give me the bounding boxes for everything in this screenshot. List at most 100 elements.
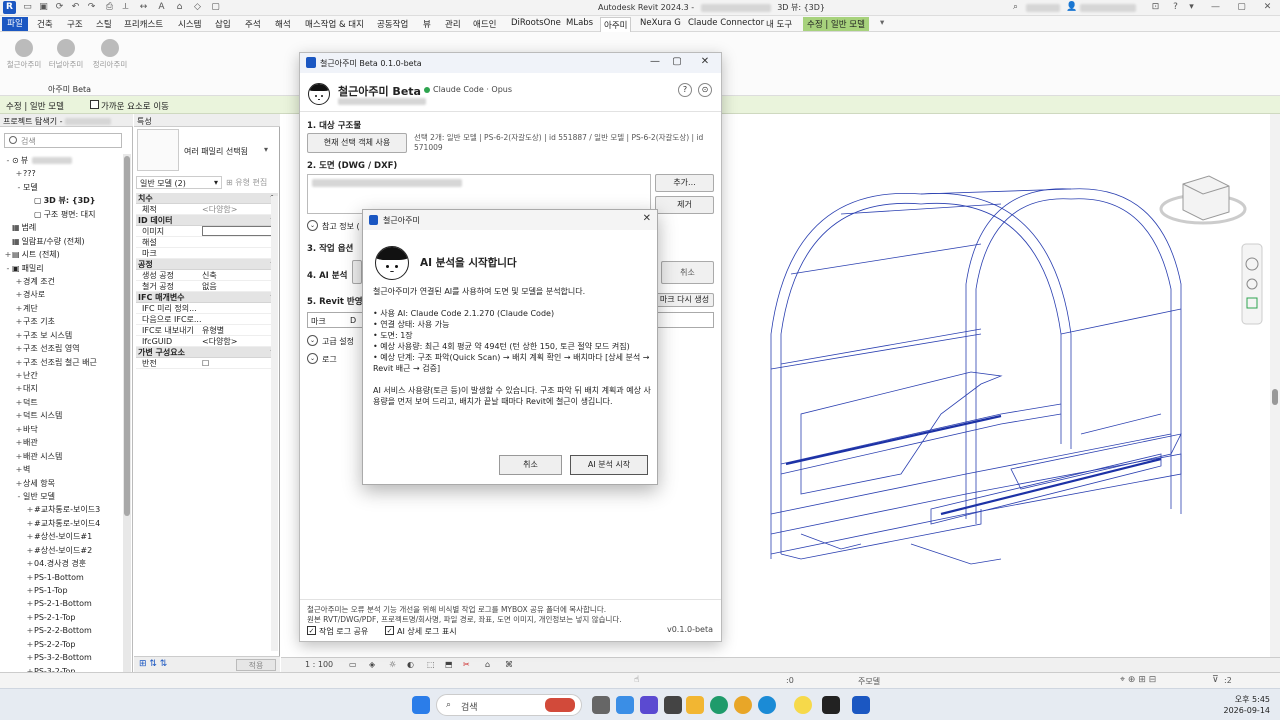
browser-tree-item[interactable]: ▦ 범례: [0, 221, 122, 234]
click-select-icon[interactable]: ☝: [634, 675, 639, 685]
tab-my-tools[interactable]: 내 도구: [766, 18, 792, 30]
shadows-icon[interactable]: ◐: [407, 660, 414, 669]
visual-style-icon[interactable]: ◈: [369, 660, 375, 669]
browser-tree-item[interactable]: - 모델: [0, 181, 122, 194]
info-button[interactable]: ⊙: [698, 83, 712, 97]
tab-precast[interactable]: 프리캐스트: [124, 18, 163, 30]
chevron-down-icon[interactable]: ⌄: [307, 353, 318, 364]
snap-nearby-checkbox[interactable]: [90, 100, 99, 109]
collapse-icon[interactable]: -: [15, 490, 23, 503]
cart-icon[interactable]: ⊡: [1150, 2, 1161, 13]
advanced-settings-toggle[interactable]: 고급 설정: [322, 336, 354, 347]
close-hidden-icon[interactable]: ▢: [210, 2, 221, 13]
select-links-icon[interactable]: ⌖ ⊕ ⊞ ⊟: [1120, 675, 1156, 685]
expand-icon[interactable]: +: [15, 167, 23, 180]
expand-icon[interactable]: +: [26, 544, 34, 557]
open-icon[interactable]: ▭: [22, 2, 33, 13]
property-value[interactable]: 신축: [202, 270, 278, 280]
remove-drawing-button[interactable]: 제거: [655, 196, 714, 214]
file-explorer-icon[interactable]: [686, 696, 704, 714]
tab-nexura-g[interactable]: NeXura G: [640, 18, 681, 28]
browser-tree-item[interactable]: +구조 보 시스템: [0, 329, 122, 342]
tab-addins[interactable]: 애드인: [473, 18, 496, 30]
search-icon[interactable]: ⌕: [1010, 2, 1021, 13]
minimize-icon[interactable]: —: [1210, 2, 1221, 13]
property-value[interactable]: 유형별: [202, 325, 278, 335]
edge-icon[interactable]: [710, 696, 728, 714]
drawing-list[interactable]: [307, 174, 651, 214]
tab-modify-generic-model[interactable]: 수정 | 일반 모델: [803, 17, 869, 31]
browser-tree-item[interactable]: +계단: [0, 302, 122, 315]
collapse-icon[interactable]: -: [4, 154, 12, 167]
expand-icon[interactable]: +: [15, 342, 23, 355]
expand-icon[interactable]: +: [15, 423, 23, 436]
view-cube[interactable]: [1159, 175, 1247, 225]
tab-massing[interactable]: 매스작업 & 대지: [305, 18, 364, 30]
expand-icon[interactable]: +: [26, 584, 34, 597]
tab-architecture[interactable]: 건축: [37, 18, 53, 30]
widgets-icon[interactable]: [616, 696, 634, 714]
expand-icon[interactable]: +: [15, 450, 23, 463]
sun-path-icon[interactable]: ☼: [389, 660, 396, 669]
start-analysis-button[interactable]: [352, 260, 362, 284]
browser-tree-item[interactable]: +상세 항목: [0, 477, 122, 490]
start-ai-analysis-button[interactable]: AI 분석 시작: [570, 455, 648, 475]
start-icon[interactable]: [412, 696, 430, 714]
reveal-hidden-icon[interactable]: ⌂: [485, 660, 490, 669]
view-scale[interactable]: 1 : 100: [305, 660, 333, 669]
render-icon[interactable]: ⬚: [427, 660, 435, 669]
expand-icon[interactable]: +: [26, 611, 34, 624]
dimension-icon[interactable]: ↔: [138, 2, 149, 13]
property-group[interactable]: 공정⌃: [136, 259, 278, 270]
tab-collaborate[interactable]: 공동작업: [377, 18, 408, 30]
property-group[interactable]: 치수⌃: [136, 193, 278, 204]
property-value[interactable]: [202, 314, 278, 324]
browser-tree-item[interactable]: +▤ 시트 (전체): [0, 248, 122, 261]
browser-tree-item[interactable]: ▢ 3D 뷰: {3D}: [0, 194, 122, 207]
add-drawing-button[interactable]: 추가...: [655, 174, 714, 192]
chrome-icon[interactable]: [734, 696, 752, 714]
expand-icon[interactable]: +: [15, 329, 23, 342]
property-value[interactable]: [202, 303, 278, 313]
expand-icon[interactable]: +: [15, 288, 23, 301]
selection-filter[interactable]: 일반 모델 (2) ▾: [136, 176, 222, 189]
design-option[interactable]: 주모델: [858, 676, 880, 687]
tag-icon[interactable]: A: [156, 2, 167, 13]
expand-icon[interactable]: +: [26, 530, 34, 543]
ribbon-minimize-icon[interactable]: ▾: [880, 18, 884, 28]
expand-icon[interactable]: +: [15, 369, 23, 382]
expand-icon[interactable]: +: [26, 651, 34, 664]
expand-icon[interactable]: +: [15, 463, 23, 476]
tab-claude-connector[interactable]: Claude Connector: [688, 18, 764, 28]
browser-tree-item[interactable]: +대지: [0, 382, 122, 395]
chevron-down-icon[interactable]: ▾: [264, 145, 268, 154]
tab-ajumi[interactable]: 아주미: [600, 17, 632, 32]
browser-tree-item[interactable]: +04.경사경 경훈: [0, 557, 122, 570]
tab-dirootsone[interactable]: DiRootsOne: [511, 18, 561, 28]
browser-tree-item[interactable]: +배관 시스템: [0, 450, 122, 463]
navigation-bar[interactable]: [1241, 243, 1263, 325]
app-icon[interactable]: [758, 696, 776, 714]
browser-tree-item[interactable]: - 일반 모델: [0, 490, 122, 503]
save-icon[interactable]: ▣: [38, 2, 49, 13]
regenerate-mark-button[interactable]: 마크 다시 생성: [655, 293, 714, 307]
expand-icon[interactable]: +: [26, 597, 34, 610]
share-log-checkbox[interactable]: ✓: [307, 626, 316, 635]
expand-icon[interactable]: +: [26, 517, 34, 530]
measure-icon[interactable]: ⟂: [120, 2, 131, 13]
expand-icon[interactable]: +: [15, 302, 23, 315]
browser-tree-item[interactable]: +덕트: [0, 396, 122, 409]
tab-annotate[interactable]: 주석: [245, 18, 261, 30]
worksharing-icon[interactable]: ⌘: [505, 660, 513, 669]
help-dropdown-icon[interactable]: ▾: [1186, 2, 1197, 13]
browser-tree-item[interactable]: +구조 선조립 철근 배근: [0, 356, 122, 369]
minimize-icon[interactable]: —: [648, 56, 662, 67]
property-group[interactable]: IFC 매개변수⌃: [136, 292, 278, 303]
expand-icon[interactable]: +: [15, 382, 23, 395]
apply-button[interactable]: 적용: [236, 659, 276, 671]
app-icon[interactable]: [664, 696, 682, 714]
property-value[interactable]: [202, 237, 278, 247]
browser-tree-item[interactable]: +PS-2-2-Bottom: [0, 624, 122, 637]
canvas-scrollbar[interactable]: [1270, 114, 1280, 657]
browser-tree-item[interactable]: +경사로: [0, 288, 122, 301]
